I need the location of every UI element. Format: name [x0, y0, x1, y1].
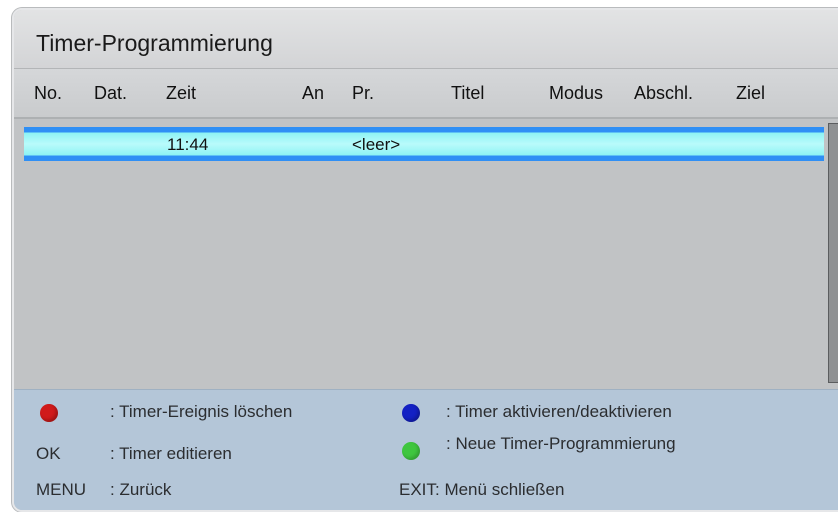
cell-channel: <leer> [352, 135, 401, 154]
green-key-icon [402, 442, 420, 460]
timer-window: Timer-Programmierung No. Dat. Zeit An Pr… [12, 8, 838, 512]
ok-key: OK [36, 444, 61, 463]
window-title: Timer-Programmierung [36, 30, 273, 56]
ok-key-label: : Timer editieren [110, 444, 232, 463]
column-header-title: Titel [451, 83, 485, 103]
column-header-time: Zeit [166, 83, 197, 103]
green-key-label: : Neue Timer-Programmierung [446, 434, 676, 453]
table-row-selected[interactable]: 11:44 <leer> [24, 127, 824, 161]
timer-list: 11:44 <leer> [14, 119, 838, 389]
cell-time: 11:44 [167, 135, 209, 154]
key-legend: : Timer-Ereignis löschen OK : Timer edit… [14, 389, 838, 510]
red-key-icon [40, 404, 58, 422]
exit-key-label: : Menü schließen [435, 480, 565, 499]
menu-key-label: : Zurück [110, 480, 172, 499]
column-header-end: Abschl. [634, 83, 694, 103]
menu-key: MENU [36, 480, 87, 499]
column-header-no: No. [34, 83, 63, 103]
scrollbar[interactable] [828, 123, 838, 383]
column-header-mode: Modus [549, 83, 604, 103]
title-bar: Timer-Programmierung [14, 10, 838, 69]
column-header-target: Ziel [736, 83, 766, 103]
column-header-channel: Pr. [352, 83, 375, 103]
red-key-label: : Timer-Ereignis löschen [110, 402, 293, 421]
column-header-date: Dat. [94, 83, 128, 103]
blue-key-icon [402, 404, 420, 422]
exit-key: EXIT [399, 480, 437, 499]
table-header: No. Dat. Zeit An Pr. Titel Modus Abschl.… [14, 69, 838, 119]
column-header-an: An [302, 83, 325, 103]
blue-key-label: : Timer aktivieren/deaktivieren [446, 402, 672, 421]
